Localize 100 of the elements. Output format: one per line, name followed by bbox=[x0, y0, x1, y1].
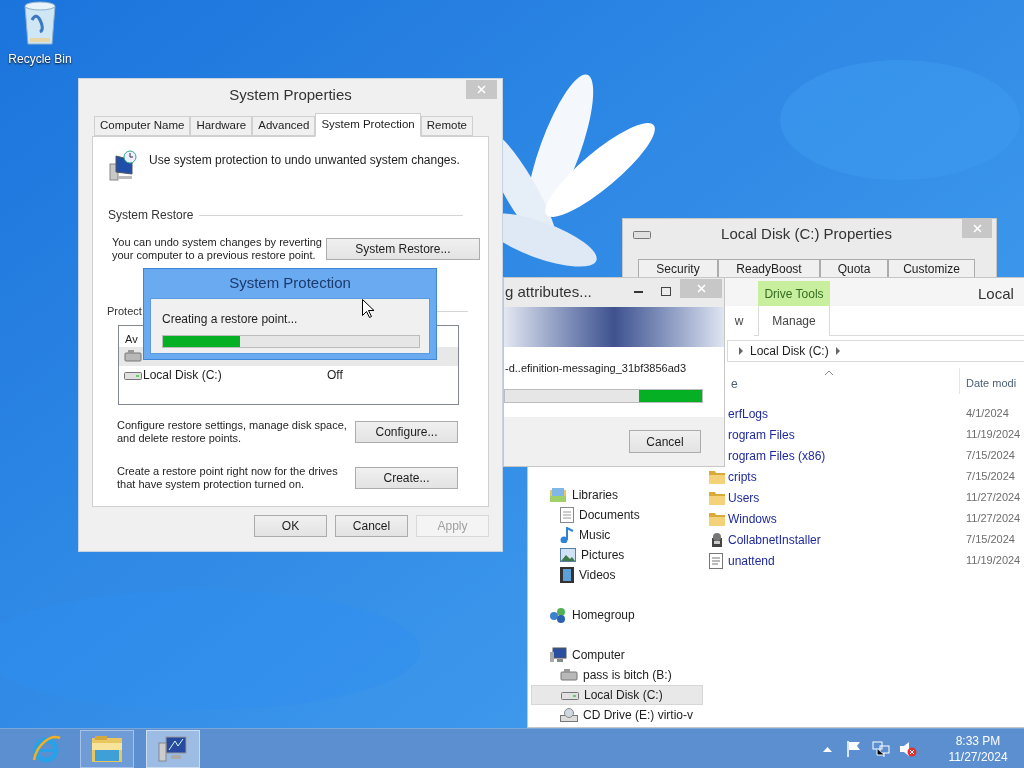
folder-icon bbox=[709, 469, 725, 484]
file-name: -d..efinition-messaging_31bf3856ad3 bbox=[505, 360, 687, 376]
group-heading: System Restore bbox=[108, 207, 194, 224]
nav-item[interactable]: Computer bbox=[531, 645, 703, 665]
nav-item[interactable]: Libraries bbox=[531, 485, 703, 505]
file-name[interactable]: Users bbox=[728, 488, 760, 507]
drive-icon bbox=[561, 690, 579, 700]
speaker-muted-icon bbox=[899, 740, 917, 757]
tab[interactable]: Computer Name bbox=[94, 116, 191, 136]
cd-drive-icon bbox=[560, 708, 578, 722]
chevron-up-icon bbox=[822, 745, 832, 752]
maximize-icon bbox=[661, 286, 671, 296]
file-name[interactable]: rogram Files bbox=[728, 425, 795, 444]
description-text: Configure restore settings, manage disk space, and delete restore points. bbox=[117, 418, 348, 445]
group-heading: Protect bbox=[107, 304, 142, 319]
file-name[interactable]: CollabnetInstaller bbox=[728, 530, 821, 549]
list-row[interactable]: Local Disk (C:) Off bbox=[119, 365, 458, 385]
computer-restore-icon bbox=[108, 150, 138, 182]
nav-item[interactable]: Local Disk (C:) bbox=[531, 685, 703, 705]
desktop-icon-label[interactable]: Recycle Bin bbox=[8, 50, 72, 68]
date-cell-text: 11/27/2024 bbox=[966, 490, 1021, 506]
film-icon bbox=[560, 567, 574, 583]
nav-item[interactable]: pass is bitch (B:) bbox=[531, 665, 703, 685]
drive-name: Local Disk (C:) bbox=[143, 367, 222, 384]
window-title: Local Disk (C:) Properties bbox=[721, 223, 892, 244]
library-icon bbox=[549, 487, 567, 503]
chevron-right-icon bbox=[738, 347, 744, 355]
document-icon bbox=[709, 552, 723, 569]
ribbon-tab[interactable]: Manage bbox=[758, 306, 830, 336]
column-header: Av bbox=[125, 331, 138, 347]
system-restore-button[interactable]: System Restore... bbox=[325, 238, 480, 260]
homegroup-icon bbox=[549, 607, 567, 623]
pictures-icon bbox=[560, 548, 576, 562]
file-name[interactable]: Windows bbox=[728, 509, 777, 528]
drive-icon bbox=[633, 229, 651, 239]
column-header[interactable]: e bbox=[731, 375, 738, 393]
folder-icon bbox=[709, 490, 725, 505]
date-cell-text: 11/19/2024 bbox=[966, 553, 1021, 569]
file-name[interactable]: cripts bbox=[728, 467, 757, 486]
window-title: Local bbox=[978, 284, 1014, 304]
status-message: Creating a restore point... bbox=[162, 311, 299, 328]
tab[interactable]: Advanced bbox=[252, 116, 316, 136]
nav-item[interactable]: Music bbox=[531, 525, 703, 545]
description-text: Create a restore point right now for the drives that have system protection turned on. bbox=[117, 464, 339, 491]
status-text: Off bbox=[327, 367, 343, 384]
column-header[interactable]: Date modi bbox=[966, 375, 1017, 392]
drive-icon bbox=[124, 370, 142, 380]
recycle-bin-icon bbox=[22, 0, 58, 46]
close-icon bbox=[477, 85, 486, 94]
date-cell-text: 7/15/2024 bbox=[966, 448, 1015, 464]
context-tab-header: Drive Tools bbox=[758, 281, 830, 306]
nav-item[interactable]: Documents bbox=[531, 505, 703, 525]
computer-icon bbox=[549, 647, 567, 663]
drive-icon bbox=[560, 668, 578, 682]
create-button[interactable]: Create... bbox=[355, 466, 458, 489]
nav-item[interactable]: Homegroup bbox=[531, 605, 703, 625]
tab[interactable]: System Protection bbox=[315, 113, 421, 137]
chevron-right-icon bbox=[834, 347, 841, 355]
close-icon bbox=[696, 284, 706, 293]
date-cell-text: 7/15/2024 bbox=[966, 469, 1015, 485]
address-bar[interactable]: Local Disk (C:) bbox=[727, 340, 1024, 362]
breadcrumb-item[interactable]: Local Disk (C:) bbox=[750, 342, 829, 360]
document-icon bbox=[560, 507, 574, 523]
minimize-icon bbox=[633, 291, 643, 293]
installer-icon bbox=[709, 531, 725, 548]
folder-icon bbox=[709, 511, 725, 526]
tab[interactable]: Hardware bbox=[190, 116, 253, 136]
taskbar-button[interactable] bbox=[80, 729, 134, 768]
close-button[interactable] bbox=[962, 219, 992, 238]
drive-icon bbox=[124, 349, 142, 363]
nav-item[interactable]: Pictures bbox=[531, 545, 703, 565]
date-cell-text: 4/1/2024 bbox=[966, 406, 1009, 422]
folder-icon bbox=[91, 734, 123, 763]
dialog-button[interactable]: Cancel bbox=[335, 515, 408, 537]
configure-button[interactable]: Configure... bbox=[355, 420, 458, 443]
sort-caret-icon bbox=[825, 370, 833, 375]
cancel-button[interactable]: Cancel bbox=[629, 430, 701, 453]
description-text: You can undo system changes by reverting your computer to a previous restore point. bbox=[112, 236, 323, 262]
window-title: System Properties bbox=[229, 84, 352, 105]
description-text: Use system protection to undo unwanted system changes. bbox=[149, 152, 460, 169]
date-cell-text: 7/15/2024 bbox=[966, 532, 1015, 548]
tab[interactable]: Remote bbox=[420, 116, 473, 136]
date-cell-text: 11/27/2024 bbox=[966, 511, 1021, 527]
date-cell-text: 11/19/2024 bbox=[966, 427, 1021, 443]
dialog-button[interactable]: OK bbox=[254, 515, 327, 537]
music-note-icon bbox=[560, 527, 574, 543]
flag-icon bbox=[847, 740, 861, 757]
browser-icon bbox=[31, 733, 61, 764]
file-name[interactable]: erfLogs bbox=[728, 404, 769, 423]
window-title: g attributes... bbox=[505, 282, 592, 303]
window-title: System Protection bbox=[229, 273, 351, 294]
close-button[interactable] bbox=[466, 80, 497, 99]
network-icon bbox=[872, 740, 890, 757]
mouse-pointer-icon bbox=[362, 299, 374, 318]
nav-item[interactable]: Videos bbox=[531, 565, 703, 585]
close-icon bbox=[972, 224, 982, 233]
file-name[interactable]: unattend bbox=[728, 551, 775, 570]
file-name[interactable]: rogram Files (x86) bbox=[728, 446, 826, 465]
nav-item[interactable]: CD Drive (E:) virtio-v bbox=[531, 705, 703, 725]
taskbar-button[interactable] bbox=[146, 729, 200, 768]
